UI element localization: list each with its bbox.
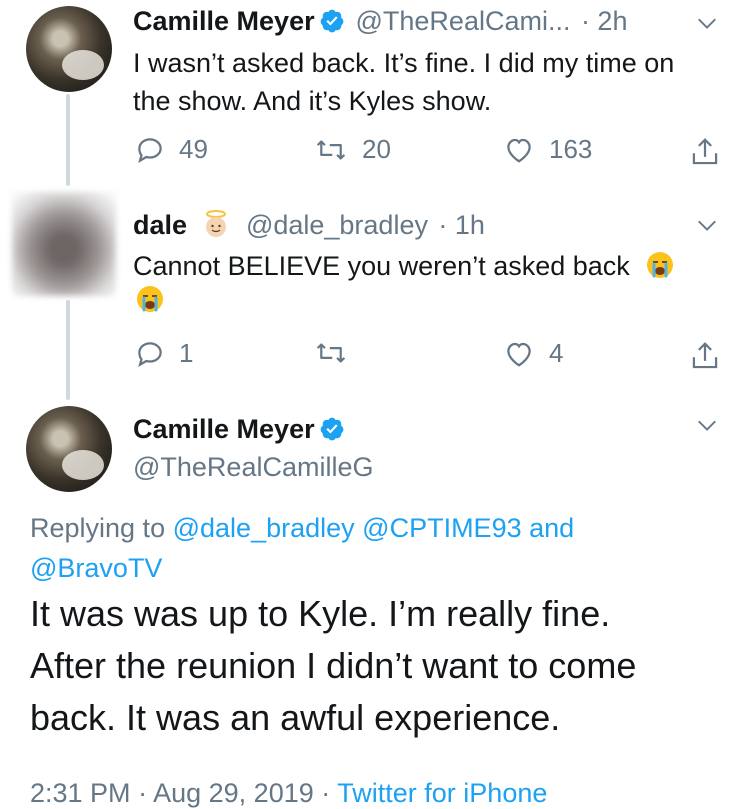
mention-link[interactable]: @CPTIME93 [362, 513, 521, 543]
tweet-header: Camille Meyer @TheRealCami... · 2h [133, 6, 627, 37]
share-icon[interactable] [690, 136, 720, 168]
avatar[interactable] [26, 406, 112, 492]
tweet-text-line: After the reunion I didn’t want to come [30, 645, 637, 686]
like-icon [507, 342, 531, 367]
tweet-timestamp[interactable]: 2:31 PM [30, 778, 131, 808]
reply-count: 1 [179, 338, 194, 368]
tweet-text: I wasn’t asked back. It’s fine. I did my… [133, 44, 674, 120]
tweet-text-line: Cannot BELIEVE you weren’t asked back [133, 251, 630, 281]
retweet-button[interactable] [314, 338, 362, 368]
chevron-down-icon[interactable] [696, 214, 718, 236]
meta-separator: · [138, 778, 148, 808]
and-others-link[interactable]: and [529, 513, 574, 543]
avatar[interactable] [12, 192, 116, 296]
retweet-icon [316, 139, 346, 160]
replying-prefix: Replying to [30, 513, 166, 543]
reply-button[interactable]: 1 [135, 338, 193, 369]
tweet-text-line: back. It was an awful experience. [30, 697, 561, 738]
main-tweet-header: Camille Meyer [133, 414, 345, 445]
meta-separator: · [321, 778, 331, 808]
loudly-crying-emoji [137, 286, 163, 312]
tweet-text: Cannot BELIEVE you weren’t asked back [133, 247, 675, 285]
author-name[interactable]: dale [133, 210, 187, 240]
like-button[interactable]: 4 [503, 338, 563, 369]
like-count: 163 [549, 134, 593, 164]
reply-icon [138, 137, 162, 163]
retweet-button[interactable]: 20 [314, 134, 391, 165]
angel-emoji [206, 210, 227, 237]
tweet-time[interactable]: · 2h [581, 6, 628, 36]
author-name[interactable]: Camille Meyer [133, 414, 315, 444]
mention-link[interactable]: @dale_bradley [173, 513, 355, 543]
verified-badge-icon [320, 9, 344, 33]
tweet-meta: 2:31 PM · Aug 29, 2019 · Twitter for iPh… [30, 778, 547, 809]
replying-to: Replying to @dale_bradley @CPTIME93 and … [30, 508, 720, 588]
author-handle[interactable]: @TheRealCamilleG [133, 452, 373, 483]
author-name[interactable]: Camille Meyer [133, 6, 315, 36]
retweet-count: 20 [362, 134, 391, 164]
like-button[interactable]: 163 [503, 134, 592, 165]
tweet-date[interactable]: Aug 29, 2019 [153, 778, 314, 808]
main-tweet-text: It was was up to Kyle. I’m really fine. … [30, 588, 636, 744]
reply-button[interactable]: 49 [135, 134, 208, 165]
thread-line [66, 94, 70, 186]
like-count: 4 [549, 338, 564, 368]
chevron-down-icon[interactable] [696, 414, 718, 436]
tweet-text-line: I wasn’t asked back. It’s fine. I did my… [133, 48, 675, 78]
verified-badge-icon [320, 417, 344, 441]
tweet-text-line: the show. And it’s Kyles show. [133, 86, 492, 116]
reply-count: 49 [179, 134, 208, 164]
chevron-down-icon[interactable] [696, 12, 718, 34]
tweet-text-line: It was was up to Kyle. I’m really fine. [30, 593, 611, 634]
mention-link[interactable]: @BravoTV [30, 553, 162, 583]
tweet-source-link[interactable]: Twitter for iPhone [337, 778, 547, 808]
reply-icon [138, 341, 162, 367]
loudly-crying-emoji [647, 252, 674, 278]
share-icon[interactable] [690, 340, 720, 372]
tweet-time[interactable]: · 1h [438, 210, 485, 240]
tweet-header: dale @dale_bradley · 1h [133, 209, 485, 241]
author-handle[interactable]: @TheRealCami... [356, 6, 571, 36]
retweet-icon [316, 343, 346, 363]
thread-line [66, 300, 70, 400]
like-icon [507, 138, 531, 163]
avatar[interactable] [26, 6, 112, 92]
author-handle[interactable]: @dale_bradley [246, 210, 428, 240]
